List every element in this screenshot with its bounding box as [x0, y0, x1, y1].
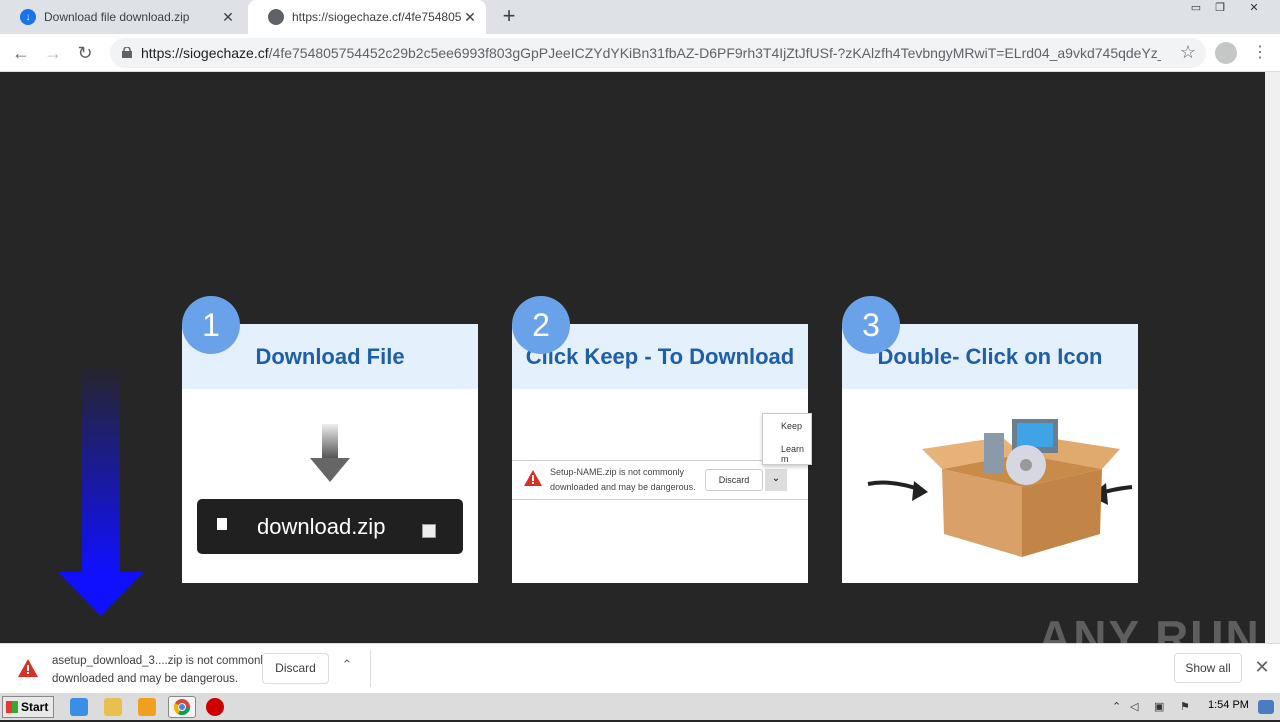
chrome-icon: [173, 699, 191, 716]
reload-icon[interactable]: ↻: [74, 42, 96, 64]
warning-icon: [18, 659, 38, 677]
ie-icon[interactable]: [70, 698, 88, 716]
tray-expand-icon[interactable]: ⌃: [1112, 700, 1124, 713]
step-number-badge: 1: [182, 296, 240, 354]
stop-icon[interactable]: [206, 698, 224, 716]
warning-text: Setup-NAME.zip is not commonly downloaded…: [550, 467, 696, 492]
close-tab-icon[interactable]: ✕: [220, 9, 236, 25]
keep-item: Keep: [781, 421, 803, 431]
action-center-flag-icon[interactable]: ⚑: [1180, 700, 1192, 713]
start-button[interactable]: Start: [2, 696, 54, 718]
step-card-2: 2 Click Keep - To Download Setup-NAME.zi…: [512, 296, 812, 583]
close-shelf-icon[interactable]: ✕: [1252, 657, 1272, 677]
bookmark-star-icon[interactable]: ☆: [1180, 42, 1196, 63]
learn-more-item: Learn m: [781, 444, 805, 464]
chevron-down-icon: ⌄: [765, 469, 787, 491]
chrome-taskbar-button[interactable]: [168, 696, 196, 718]
download-bar-screenshot: Setup-NAME.zip is not commonly downloaded…: [512, 408, 812, 500]
globe-icon: [268, 9, 284, 25]
window-close-icon[interactable]: ✕: [1242, 0, 1266, 18]
step-number-badge: 3: [842, 296, 900, 354]
step-number-badge: 2: [512, 296, 570, 354]
restore-icon[interactable]: ❐: [1208, 0, 1232, 18]
keep-menu: Keep Learn m: [762, 413, 812, 465]
installer-box-icon: [867, 419, 1133, 557]
back-icon[interactable]: ←: [10, 42, 32, 64]
media-player-icon[interactable]: [138, 698, 156, 716]
tab-siogechaze[interactable]: https://siogechaze.cf/4fe754805754 ✕: [248, 0, 486, 34]
close-tab-icon[interactable]: ✕: [462, 9, 478, 25]
download-chip[interactable]: download.zip: [197, 499, 463, 554]
tab-strip: ↓ Download file download.zip ✕ https://s…: [0, 0, 1280, 34]
new-tab-button[interactable]: +: [498, 5, 520, 28]
download-warning-text: asetup_download_3....zip is not commonly…: [52, 655, 269, 685]
network-icon[interactable]: ▣: [1154, 700, 1166, 713]
windows-taskbar: Start ⌃ ◁ ▣ ⚑ 1:54 PM: [0, 692, 1280, 720]
file-icon: [217, 518, 227, 530]
broken-image-icon: [422, 524, 436, 538]
clock: 1:54 PM: [1208, 699, 1249, 711]
download-shelf: asetup_download_3....zip is not commonly…: [0, 643, 1280, 692]
chevron-up-icon[interactable]: ⌃: [338, 657, 356, 679]
discard-button: Discard: [705, 469, 763, 491]
tab-title: Download file download.zip: [44, 10, 190, 24]
menu-kebab-icon[interactable]: ⋮: [1252, 42, 1268, 64]
warning-icon: [524, 470, 542, 486]
windows-flag-icon: [6, 701, 18, 713]
step-card-1: 1 Download File download.zip: [182, 296, 478, 583]
tab-title: https://siogechaze.cf/4fe754805754: [292, 10, 462, 24]
explorer-icon[interactable]: [104, 698, 122, 716]
forward-icon[interactable]: →: [42, 42, 64, 64]
discard-button[interactable]: Discard: [262, 653, 329, 684]
gray-down-arrow-icon: [310, 424, 350, 482]
url-text: https://siogechaze.cf/4fe754805754452c29…: [141, 45, 1161, 61]
divider: [370, 650, 371, 687]
volume-icon[interactable]: ◁: [1130, 700, 1142, 713]
show-all-button[interactable]: Show all: [1174, 653, 1242, 683]
down-arrow-icon: [58, 362, 144, 616]
browser-toolbar: ← → ↻ https://siogechaze.cf/4fe754805754…: [0, 34, 1280, 72]
scrollbar[interactable]: [1265, 72, 1280, 643]
lock-icon: [122, 47, 132, 58]
step-card-3: 3 Double- Click on Icon: [842, 296, 1138, 583]
tab-download-file[interactable]: ↓ Download file download.zip ✕: [0, 0, 244, 34]
download-icon: ↓: [20, 9, 36, 25]
minimize-icon[interactable]: ▭: [1184, 0, 1208, 18]
profile-avatar-icon[interactable]: [1215, 42, 1237, 64]
download-filename: download.zip: [257, 514, 386, 539]
show-desktop-icon[interactable]: [1258, 700, 1274, 714]
address-bar[interactable]: https://siogechaze.cf/4fe754805754452c29…: [110, 38, 1206, 68]
